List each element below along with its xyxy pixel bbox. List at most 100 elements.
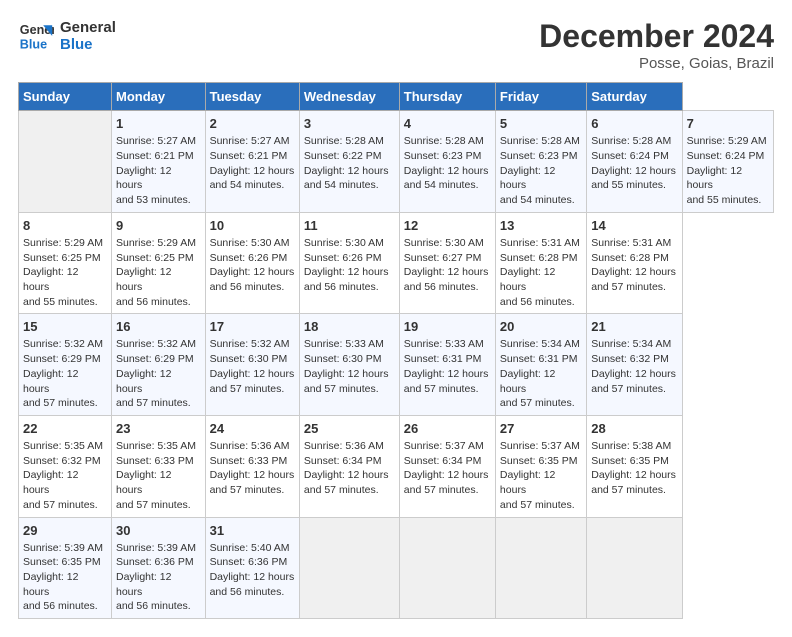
day-number: 29	[23, 522, 107, 540]
calendar-cell: 6Sunrise: 5:28 AMSunset: 6:24 PMDaylight…	[587, 111, 682, 213]
day-number: 23	[116, 420, 201, 438]
day-detail: Sunrise: 5:31 AMSunset: 6:28 PMDaylight:…	[591, 236, 677, 295]
svg-text:Blue: Blue	[20, 38, 47, 52]
calendar-cell: 11Sunrise: 5:30 AMSunset: 6:26 PMDayligh…	[299, 212, 399, 314]
logo: General Blue GeneralBlue	[18, 18, 116, 54]
calendar-cell: 1Sunrise: 5:27 AMSunset: 6:21 PMDaylight…	[112, 111, 206, 213]
day-number: 7	[687, 115, 769, 133]
day-detail: Sunrise: 5:33 AMSunset: 6:30 PMDaylight:…	[304, 337, 395, 396]
day-number: 1	[116, 115, 201, 133]
day-number: 21	[591, 318, 677, 336]
calendar-cell: 29Sunrise: 5:39 AMSunset: 6:35 PMDayligh…	[19, 517, 112, 619]
calendar-cell	[399, 517, 495, 619]
calendar-table: SundayMondayTuesdayWednesdayThursdayFrid…	[18, 82, 774, 619]
calendar-cell: 16Sunrise: 5:32 AMSunset: 6:29 PMDayligh…	[112, 314, 206, 416]
day-number: 17	[210, 318, 295, 336]
calendar-cell: 25Sunrise: 5:36 AMSunset: 6:34 PMDayligh…	[299, 415, 399, 517]
day-number: 24	[210, 420, 295, 438]
day-number: 9	[116, 217, 201, 235]
calendar-cell: 3Sunrise: 5:28 AMSunset: 6:22 PMDaylight…	[299, 111, 399, 213]
day-detail: Sunrise: 5:37 AMSunset: 6:35 PMDaylight:…	[500, 439, 582, 512]
day-detail: Sunrise: 5:29 AMSunset: 6:25 PMDaylight:…	[23, 236, 107, 309]
week-row-2: 8Sunrise: 5:29 AMSunset: 6:25 PMDaylight…	[19, 212, 774, 314]
day-number: 13	[500, 217, 582, 235]
calendar-cell: 9Sunrise: 5:29 AMSunset: 6:25 PMDaylight…	[112, 212, 206, 314]
day-detail: Sunrise: 5:29 AMSunset: 6:25 PMDaylight:…	[116, 236, 201, 309]
day-detail: Sunrise: 5:36 AMSunset: 6:34 PMDaylight:…	[304, 439, 395, 498]
calendar-cell: 7Sunrise: 5:29 AMSunset: 6:24 PMDaylight…	[682, 111, 773, 213]
header-cell-monday: Monday	[112, 83, 206, 111]
day-number: 18	[304, 318, 395, 336]
header-cell-friday: Friday	[495, 83, 586, 111]
day-number: 15	[23, 318, 107, 336]
calendar-cell: 5Sunrise: 5:28 AMSunset: 6:23 PMDaylight…	[495, 111, 586, 213]
calendar-cell: 21Sunrise: 5:34 AMSunset: 6:32 PMDayligh…	[587, 314, 682, 416]
calendar-cell	[587, 517, 682, 619]
calendar-cell: 13Sunrise: 5:31 AMSunset: 6:28 PMDayligh…	[495, 212, 586, 314]
day-number: 5	[500, 115, 582, 133]
calendar-cell: 10Sunrise: 5:30 AMSunset: 6:26 PMDayligh…	[205, 212, 299, 314]
day-detail: Sunrise: 5:28 AMSunset: 6:23 PMDaylight:…	[404, 134, 491, 193]
day-number: 12	[404, 217, 491, 235]
calendar-cell: 23Sunrise: 5:35 AMSunset: 6:33 PMDayligh…	[112, 415, 206, 517]
calendar-cell	[19, 111, 112, 213]
day-detail: Sunrise: 5:27 AMSunset: 6:21 PMDaylight:…	[116, 134, 201, 207]
day-number: 14	[591, 217, 677, 235]
calendar-cell: 31Sunrise: 5:40 AMSunset: 6:36 PMDayligh…	[205, 517, 299, 619]
day-number: 11	[304, 217, 395, 235]
day-detail: Sunrise: 5:30 AMSunset: 6:26 PMDaylight:…	[304, 236, 395, 295]
calendar-cell: 12Sunrise: 5:30 AMSunset: 6:27 PMDayligh…	[399, 212, 495, 314]
week-row-4: 22Sunrise: 5:35 AMSunset: 6:32 PMDayligh…	[19, 415, 774, 517]
calendar-cell: 4Sunrise: 5:28 AMSunset: 6:23 PMDaylight…	[399, 111, 495, 213]
day-number: 8	[23, 217, 107, 235]
header-row: SundayMondayTuesdayWednesdayThursdayFrid…	[19, 83, 774, 111]
header-cell-tuesday: Tuesday	[205, 83, 299, 111]
week-row-1: 1Sunrise: 5:27 AMSunset: 6:21 PMDaylight…	[19, 111, 774, 213]
calendar-cell: 19Sunrise: 5:33 AMSunset: 6:31 PMDayligh…	[399, 314, 495, 416]
header-cell-saturday: Saturday	[587, 83, 682, 111]
day-detail: Sunrise: 5:30 AMSunset: 6:26 PMDaylight:…	[210, 236, 295, 295]
day-detail: Sunrise: 5:36 AMSunset: 6:33 PMDaylight:…	[210, 439, 295, 498]
calendar-cell: 30Sunrise: 5:39 AMSunset: 6:36 PMDayligh…	[112, 517, 206, 619]
day-detail: Sunrise: 5:27 AMSunset: 6:21 PMDaylight:…	[210, 134, 295, 193]
header-cell-wednesday: Wednesday	[299, 83, 399, 111]
day-detail: Sunrise: 5:40 AMSunset: 6:36 PMDaylight:…	[210, 541, 295, 600]
day-number: 20	[500, 318, 582, 336]
header-cell-thursday: Thursday	[399, 83, 495, 111]
calendar-cell: 28Sunrise: 5:38 AMSunset: 6:35 PMDayligh…	[587, 415, 682, 517]
calendar-cell: 14Sunrise: 5:31 AMSunset: 6:28 PMDayligh…	[587, 212, 682, 314]
day-detail: Sunrise: 5:30 AMSunset: 6:27 PMDaylight:…	[404, 236, 491, 295]
calendar-cell: 2Sunrise: 5:27 AMSunset: 6:21 PMDaylight…	[205, 111, 299, 213]
day-detail: Sunrise: 5:33 AMSunset: 6:31 PMDaylight:…	[404, 337, 491, 396]
day-detail: Sunrise: 5:35 AMSunset: 6:32 PMDaylight:…	[23, 439, 107, 512]
day-number: 6	[591, 115, 677, 133]
day-detail: Sunrise: 5:34 AMSunset: 6:32 PMDaylight:…	[591, 337, 677, 396]
day-number: 3	[304, 115, 395, 133]
header: General Blue GeneralBlue December 2024 P…	[18, 18, 774, 72]
header-cell-sunday: Sunday	[19, 83, 112, 111]
day-number: 4	[404, 115, 491, 133]
month-title: December 2024	[539, 18, 774, 55]
calendar-cell: 24Sunrise: 5:36 AMSunset: 6:33 PMDayligh…	[205, 415, 299, 517]
day-number: 16	[116, 318, 201, 336]
location: Posse, Goias, Brazil	[539, 55, 774, 72]
calendar-cell: 20Sunrise: 5:34 AMSunset: 6:31 PMDayligh…	[495, 314, 586, 416]
calendar-cell: 26Sunrise: 5:37 AMSunset: 6:34 PMDayligh…	[399, 415, 495, 517]
day-detail: Sunrise: 5:37 AMSunset: 6:34 PMDaylight:…	[404, 439, 491, 498]
calendar-cell: 17Sunrise: 5:32 AMSunset: 6:30 PMDayligh…	[205, 314, 299, 416]
day-detail: Sunrise: 5:35 AMSunset: 6:33 PMDaylight:…	[116, 439, 201, 512]
day-detail: Sunrise: 5:29 AMSunset: 6:24 PMDaylight:…	[687, 134, 769, 207]
day-number: 22	[23, 420, 107, 438]
week-row-5: 29Sunrise: 5:39 AMSunset: 6:35 PMDayligh…	[19, 517, 774, 619]
day-number: 10	[210, 217, 295, 235]
day-detail: Sunrise: 5:32 AMSunset: 6:29 PMDaylight:…	[116, 337, 201, 410]
day-number: 19	[404, 318, 491, 336]
calendar-cell: 27Sunrise: 5:37 AMSunset: 6:35 PMDayligh…	[495, 415, 586, 517]
day-detail: Sunrise: 5:28 AMSunset: 6:24 PMDaylight:…	[591, 134, 677, 193]
day-detail: Sunrise: 5:28 AMSunset: 6:22 PMDaylight:…	[304, 134, 395, 193]
title-area: December 2024 Posse, Goias, Brazil	[539, 18, 774, 72]
day-number: 28	[591, 420, 677, 438]
calendar-cell: 15Sunrise: 5:32 AMSunset: 6:29 PMDayligh…	[19, 314, 112, 416]
day-detail: Sunrise: 5:28 AMSunset: 6:23 PMDaylight:…	[500, 134, 582, 207]
day-detail: Sunrise: 5:34 AMSunset: 6:31 PMDaylight:…	[500, 337, 582, 410]
